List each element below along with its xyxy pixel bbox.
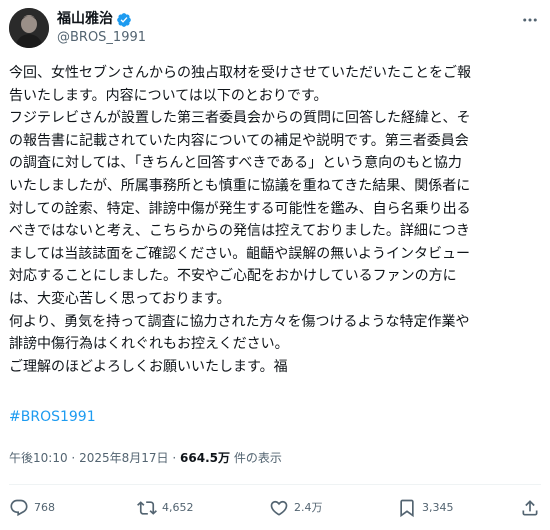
post-text-line: の報告書に記載されていた内容についての補足や説明です。第三者委員会 — [9, 132, 469, 149]
post-text-line: は、大変心苦しく思っております。 — [9, 290, 231, 307]
name-row: 福山雅治 — [57, 11, 132, 28]
share-button[interactable] — [520, 497, 540, 519]
bookmark-count: 3,345 — [422, 501, 454, 514]
post-text-line: 何より、勇気を持って調査に協力された方々を傷つけるような特定作業や — [9, 313, 470, 330]
reply-count: 768 — [34, 501, 55, 514]
meta-separator: · — [71, 451, 76, 465]
like-count: 2.4万 — [294, 501, 323, 514]
post-text-line: べきではないと考え、こちらからの発信は控えておりました。詳細につき — [9, 223, 470, 240]
post-text-line: いたしましたが、所属事務所とも慎重に協議を重ねてきた結果、関係者に — [9, 177, 471, 194]
display-name[interactable]: 福山雅治 — [57, 11, 113, 28]
views-count: 664.5万 — [180, 451, 230, 465]
post-date[interactable]: 2025年8月17日 — [79, 451, 168, 465]
divider — [9, 484, 541, 485]
post-text-line: ましては当該誌面をご確認ください。齟齬や誤解の無いようインタビュー — [9, 245, 471, 262]
more-options-icon[interactable] — [520, 10, 540, 30]
bookmark-button[interactable]: 3,345 — [397, 497, 454, 519]
post-time[interactable]: 午後10:10 — [9, 451, 68, 465]
hashtag-link[interactable]: #BROS1991 — [9, 406, 96, 428]
repost-count: 4,652 — [162, 501, 194, 514]
reply-icon — [9, 498, 29, 518]
repost-icon — [137, 498, 157, 518]
handle[interactable]: @BROS_1991 — [57, 30, 146, 46]
share-icon — [520, 498, 540, 518]
bookmark-icon — [397, 498, 417, 518]
action-bar: 768 4,652 2.4万 3,345 — [9, 497, 540, 519]
meta-separator: · — [172, 451, 177, 465]
verified-badge-icon — [116, 12, 132, 28]
post-text: 今回、女性セブンさんからの独占取材を受けさせていただいたことをご報 告いたします… — [9, 62, 539, 378]
post-meta: 午後10:10 · 2025年8月17日 · 664.5万 件の表示 — [9, 449, 282, 467]
post-text-line: フジテレビさんが設置した第三者委員会からの質問に回答した経緯と、そ — [9, 110, 471, 127]
post-text-line: 誹謗中傷行為はくれぐれもお控えください。 — [9, 336, 289, 353]
post-text-line: 対しての詮索、特定、誹謗中傷が発生する可能性を鑑み、自ら名乗り出る — [9, 200, 471, 217]
post-text-line: 今回、女性セブンさんからの独占取材を受けさせていただいたことをご報 — [9, 65, 471, 81]
post-text-line: 告いたします。内容については以下のとおりです。 — [9, 87, 328, 104]
post-text-line: ご理解のほどよろしくお願いいたします。福 — [9, 358, 288, 375]
heart-icon — [269, 498, 289, 518]
avatar[interactable] — [9, 8, 49, 48]
post-text-line: 対応することにしました。不安やご心配をおかけしているファンの方に — [9, 268, 457, 285]
post: 福山雅治 @BROS_1991 今回、女性セブンさんからの独占取材を受けさせてい… — [0, 0, 550, 530]
views-label: 件の表示 — [233, 451, 282, 465]
like-button[interactable]: 2.4万 — [269, 497, 323, 519]
post-header: 福山雅治 @BROS_1991 — [9, 8, 540, 48]
repost-button[interactable]: 4,652 — [137, 497, 194, 519]
post-text-line: の調査に対しては、「きちんと回答すべきである」という意向のもと協力 — [9, 155, 462, 172]
reply-button[interactable]: 768 — [9, 497, 55, 519]
